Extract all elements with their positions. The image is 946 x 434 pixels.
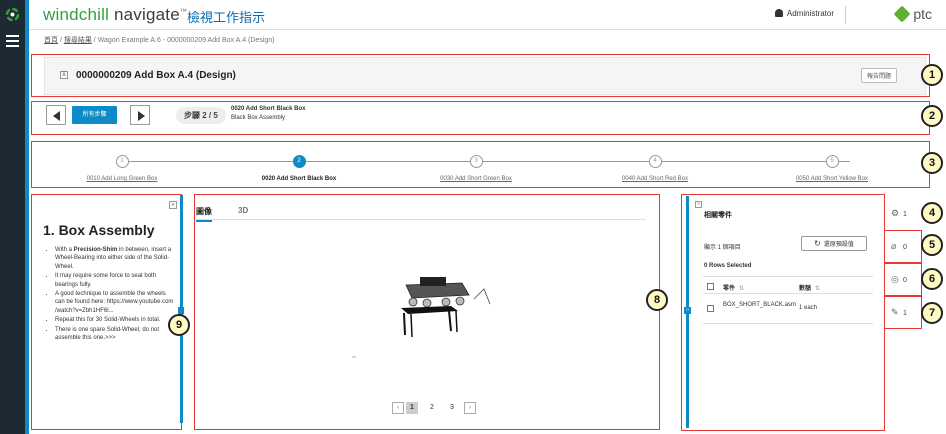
ptc-logo: ptc [893, 5, 932, 23]
app-logo-icon[interactable] [5, 7, 20, 22]
part-quantity: 1 each [799, 305, 818, 311]
chevron-left-icon[interactable]: ‹ [392, 402, 404, 414]
progress-step-4[interactable]: 4 0040 Add Short Red Box [580, 155, 730, 182]
sort-icon[interactable]: ⇅ [739, 286, 744, 292]
annotation-badge-1: 1 [921, 64, 943, 86]
collapse-parts-icon[interactable]: » [695, 201, 702, 208]
related-parts-title: 相關零件 [704, 212, 732, 219]
nav-accent-stripe [25, 0, 29, 434]
top-bar: windchill navigate™ 檢視工作指示 Administrator… [29, 0, 946, 30]
instructions-list: With a Precision-Shim in between, insert… [55, 246, 175, 343]
select-all-checkbox[interactable] [707, 283, 714, 290]
ptc-gem-icon [893, 5, 911, 23]
annotation-badge-6: 6 [921, 268, 943, 290]
progress-step-2[interactable]: 2 0020 Add Short Black Box [224, 155, 374, 182]
sort-icon[interactable]: ⇅ [815, 286, 820, 292]
step-counter: 步驟 2 / 5 [176, 107, 226, 124]
header-divider [845, 6, 846, 24]
rows-selected: 0 Rows Selected [704, 263, 752, 269]
arrow-right-icon [138, 111, 145, 121]
collapse-instructions-icon[interactable]: « [169, 201, 177, 209]
progress-step-3[interactable]: 3 0030 Add Short Green Box [401, 155, 551, 182]
rail-tools[interactable]: ✎ 1 [891, 307, 907, 318]
progress-step-5[interactable]: 5 0050 Add Short Yellow Box [757, 155, 907, 182]
page-1[interactable]: 1 [406, 402, 418, 414]
instructions-title: 1. Box Assembly [43, 222, 155, 238]
rail-settings[interactable]: ⚙ 1 [891, 208, 907, 219]
current-step-name: 0020 Add Short Black Box [231, 106, 306, 112]
hamburger-menu-icon[interactable] [6, 35, 19, 50]
part-name: BOX_SHORT_BLACK.asm [723, 302, 796, 308]
chevron-right-icon[interactable]: › [464, 402, 476, 414]
user-icon [774, 9, 783, 17]
splitter-handle-icon[interactable] [178, 307, 184, 314]
items-count: 顯示 1 個項目 [704, 245, 741, 251]
page-2[interactable]: 2 [426, 402, 438, 414]
progress-step-1[interactable]: 1 0010 Add Long Green Box [47, 155, 197, 182]
assembly-illustration [352, 277, 491, 358]
annotation-badge-4: 4 [921, 202, 943, 224]
instruction-item: With a Precision-Shim in between, insert… [55, 246, 175, 271]
user-menu[interactable]: Administrator [774, 9, 834, 18]
annotation-badge-9: 9 [168, 314, 190, 336]
instructions-panel: « 1. Box Assembly With a Precision-Shim … [31, 195, 180, 429]
row-checkbox[interactable] [707, 305, 714, 312]
paperclip-icon: ⌀ [891, 241, 897, 251]
side-rail: ⚙ 1 ⌀ 0 ◎ 0 ✎ 1 [883, 196, 921, 428]
annotation-badge-5: 5 [921, 234, 943, 256]
previous-step-button[interactable] [46, 105, 66, 125]
left-nav-bar [0, 0, 25, 434]
breadcrumb-current: Wagon Example A.6 - 0000000209 Add Box A… [97, 37, 275, 44]
next-step-button[interactable] [130, 105, 150, 125]
viewer-panel: 圖像 3D ‹ 1 2 3 › [194, 196, 658, 424]
breadcrumb-home[interactable]: 首頁 [44, 37, 58, 44]
instruction-item: There is one spare Solid-Wheel, do not a… [55, 326, 175, 343]
column-header-part[interactable]: 零件 ⇅ [723, 283, 744, 292]
refresh-icon: ↻ [814, 239, 821, 248]
viewer-tabs: 圖像 3D [194, 206, 646, 222]
brand-logo: windchill navigate™ [43, 5, 188, 24]
step-progress-tracker: 1 0010 Add Long Green Box 2 0020 Add Short… [30, 147, 920, 187]
breadcrumb-search-results[interactable]: 搜尋結果 [64, 37, 92, 44]
wagon-illustration [352, 277, 491, 358]
instructions-splitter[interactable] [178, 195, 184, 423]
instruction-item: A good technique to assemble the wheels … [55, 290, 175, 315]
instruction-item: Repeat this for 30 Solid-Wheels in total… [55, 316, 175, 324]
document-header: ⊼ 0000000209 Add Box A.4 (Design) 報告問題 [44, 57, 926, 95]
current-step-info: 0020 Add Short Black Box Black Box Assem… [231, 105, 305, 123]
annotation-badge-3: 3 [921, 152, 943, 174]
instruction-item: It may require some force to seat both b… [55, 272, 175, 289]
collapse-header-icon[interactable]: ⊼ [60, 71, 68, 79]
document-title: 0000000209 Add Box A.4 (Design) [76, 70, 236, 81]
table-header: 零件 ⇅ 數額 ⇅ [703, 276, 873, 294]
report-issue-button[interactable]: 報告問題 [860, 68, 897, 83]
reset-defaults-button[interactable]: ↻ 還原預設值 [801, 236, 867, 251]
table-row[interactable]: BOX_SHORT_BLACK.asm 1 each [703, 294, 873, 324]
app-title: 檢視工作指示 [187, 10, 266, 25]
all-steps-button[interactable]: 所有步驟 [72, 106, 117, 124]
annotation-badge-7: 7 [921, 302, 943, 324]
rail-markers[interactable]: ◎ 0 [891, 274, 907, 285]
tab-3d[interactable]: 3D [238, 206, 248, 218]
breadcrumb: 首頁 / 搜尋結果 / Wagon Example A.6 - 00000002… [44, 37, 275, 44]
parts-table: 零件 ⇅ 數額 ⇅ BOX_SHORT_BLACK.asm 1 each [703, 276, 873, 324]
user-name: Administrator [786, 9, 834, 18]
annotation-badge-8: 8 [646, 289, 668, 311]
wrench-icon: ✎ [891, 307, 899, 317]
gear-icon: ⚙ [891, 208, 900, 218]
target-icon: ◎ [891, 274, 899, 284]
column-header-quantity[interactable]: 數額 ⇅ [799, 283, 820, 292]
rail-attachments[interactable]: ⌀ 0 [891, 241, 907, 252]
arrow-left-icon [53, 111, 60, 121]
related-parts-panel: » 相關零件 顯示 1 個項目 ↻ 還原預設值 0 Rows Selected 零… [689, 196, 883, 428]
step-navigation: 所有步驟 步驟 2 / 5 0020 Add Short Black Box B… [44, 105, 924, 129]
tab-image[interactable]: 圖像 [196, 206, 212, 222]
page-3[interactable]: 3 [446, 402, 458, 414]
current-step-subtitle: Black Box Assembly [231, 115, 286, 121]
annotation-badge-2: 2 [921, 105, 943, 127]
